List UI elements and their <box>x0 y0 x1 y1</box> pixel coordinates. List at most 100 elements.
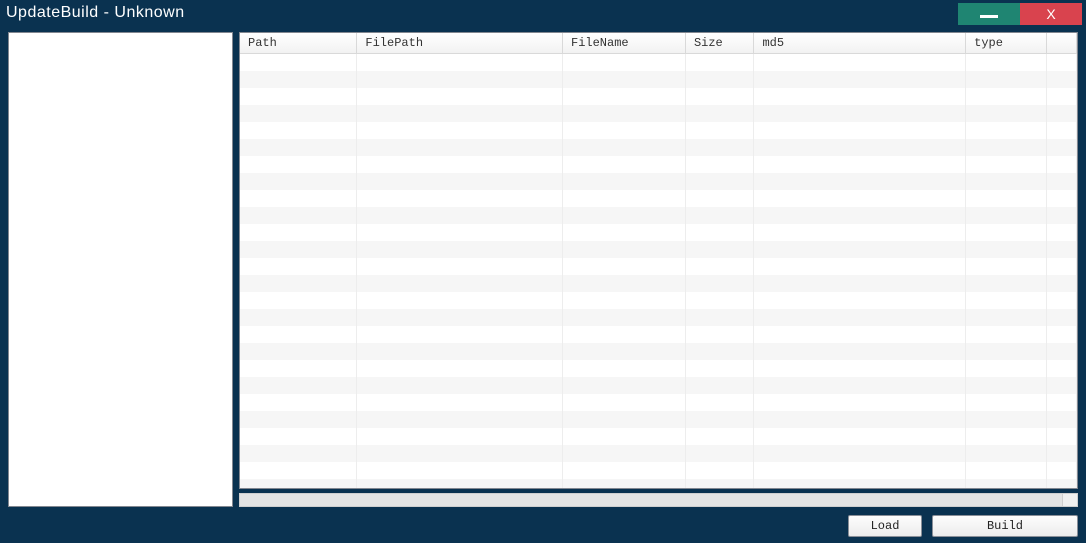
load-button-label: Load <box>871 519 900 533</box>
cell-size <box>685 343 754 360</box>
table-row <box>240 428 1077 445</box>
close-button[interactable]: X <box>1020 3 1082 25</box>
cell-pad <box>1046 309 1076 326</box>
cell-type <box>966 88 1047 105</box>
cell-filepath <box>357 190 563 207</box>
cell-path <box>240 105 357 122</box>
column-header-filepath[interactable]: FilePath <box>357 33 563 54</box>
cell-path <box>240 71 357 88</box>
table-row <box>240 326 1077 343</box>
footer-buttons: Load Build <box>848 515 1078 537</box>
cell-filepath <box>357 377 563 394</box>
cell-filepath <box>357 207 563 224</box>
cell-filename <box>563 343 686 360</box>
scrollbar-thumb[interactable] <box>240 494 1063 506</box>
cell-pad <box>1046 462 1076 479</box>
table-row <box>240 139 1077 156</box>
cell-filename <box>563 258 686 275</box>
cell-size <box>685 411 754 428</box>
cell-pad <box>1046 377 1076 394</box>
cell-path <box>240 207 357 224</box>
cell-path <box>240 411 357 428</box>
cell-pad <box>1046 88 1076 105</box>
cell-path <box>240 54 357 71</box>
cell-filepath <box>357 309 563 326</box>
cell-path <box>240 394 357 411</box>
cell-type <box>966 428 1047 445</box>
cell-filepath <box>357 241 563 258</box>
cell-pad <box>1046 173 1076 190</box>
table-row <box>240 105 1077 122</box>
cell-path <box>240 360 357 377</box>
cell-filepath <box>357 224 563 241</box>
column-header-pad[interactable] <box>1046 33 1076 54</box>
cell-md5 <box>754 139 966 156</box>
cell-pad <box>1046 394 1076 411</box>
table-row <box>240 88 1077 105</box>
column-header-filename[interactable]: FileName <box>563 33 686 54</box>
cell-pad <box>1046 139 1076 156</box>
cell-filepath <box>357 479 563 490</box>
cell-md5 <box>754 445 966 462</box>
cell-type <box>966 54 1047 71</box>
load-button[interactable]: Load <box>848 515 922 537</box>
content-area: PathFilePathFileNameSizemd5type <box>8 32 1078 507</box>
cell-size <box>685 105 754 122</box>
cell-md5 <box>754 54 966 71</box>
column-header-path[interactable]: Path <box>240 33 357 54</box>
cell-size <box>685 54 754 71</box>
table-row <box>240 241 1077 258</box>
cell-filepath <box>357 54 563 71</box>
cell-size <box>685 394 754 411</box>
cell-filename <box>563 105 686 122</box>
file-table[interactable]: PathFilePathFileNameSizemd5type <box>239 32 1078 489</box>
cell-pad <box>1046 122 1076 139</box>
cell-filename <box>563 71 686 88</box>
cell-size <box>685 445 754 462</box>
cell-md5 <box>754 343 966 360</box>
cell-pad <box>1046 207 1076 224</box>
left-tree-panel[interactable] <box>8 32 233 507</box>
cell-filename <box>563 292 686 309</box>
cell-path <box>240 275 357 292</box>
cell-filename <box>563 309 686 326</box>
cell-filename <box>563 88 686 105</box>
cell-path <box>240 445 357 462</box>
cell-filepath <box>357 275 563 292</box>
table-row <box>240 343 1077 360</box>
cell-filepath <box>357 462 563 479</box>
cell-filename <box>563 326 686 343</box>
build-button[interactable]: Build <box>932 515 1078 537</box>
minimize-icon <box>980 15 998 18</box>
cell-filepath <box>357 173 563 190</box>
window-controls: X <box>958 3 1082 25</box>
column-header-md5[interactable]: md5 <box>754 33 966 54</box>
cell-path <box>240 224 357 241</box>
build-button-label: Build <box>987 519 1023 533</box>
column-header-size[interactable]: Size <box>685 33 754 54</box>
cell-size <box>685 122 754 139</box>
cell-filepath <box>357 258 563 275</box>
cell-md5 <box>754 105 966 122</box>
cell-size <box>685 224 754 241</box>
cell-path <box>240 343 357 360</box>
horizontal-scrollbar[interactable] <box>239 493 1078 507</box>
cell-md5 <box>754 428 966 445</box>
cell-filename <box>563 411 686 428</box>
cell-type <box>966 173 1047 190</box>
table-row <box>240 445 1077 462</box>
cell-path <box>240 292 357 309</box>
cell-type <box>966 479 1047 490</box>
column-header-type[interactable]: type <box>966 33 1047 54</box>
minimize-button[interactable] <box>958 3 1020 25</box>
cell-pad <box>1046 71 1076 88</box>
cell-path <box>240 122 357 139</box>
cell-type <box>966 122 1047 139</box>
cell-md5 <box>754 326 966 343</box>
cell-filepath <box>357 326 563 343</box>
cell-filepath <box>357 139 563 156</box>
table-row <box>240 377 1077 394</box>
cell-type <box>966 224 1047 241</box>
cell-filepath <box>357 122 563 139</box>
cell-size <box>685 428 754 445</box>
